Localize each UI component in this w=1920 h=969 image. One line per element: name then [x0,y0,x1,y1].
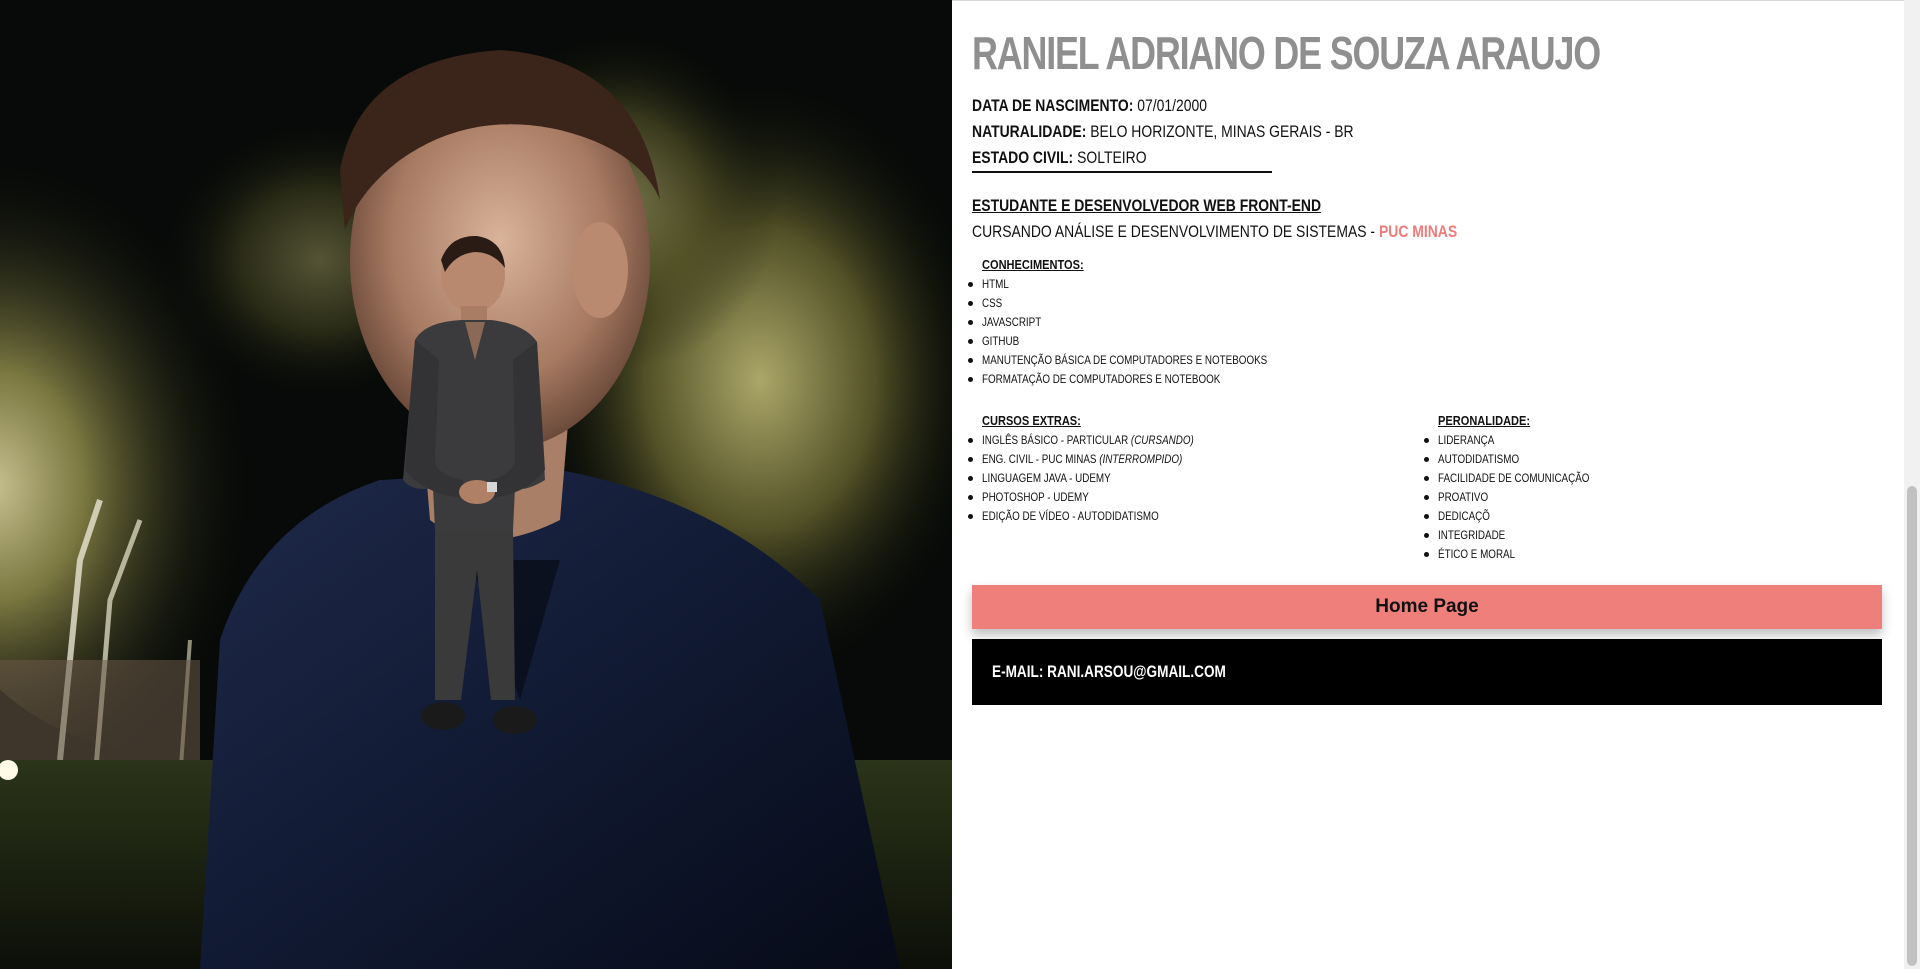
profile-photo-panel [0,0,952,969]
list-item: HTML [968,275,1330,294]
role-title: Estudante e desenvolvedor web front-end [972,196,1322,215]
list-item: Facilidade de comunicação [1424,469,1623,488]
civil-status-label: Estado Civil: [972,148,1074,167]
personality-list: Liderança Autodidatismo Facilidade de co… [1424,431,1623,564]
civil-status-value: Solteiro [1077,148,1147,167]
list-item: GITHUB [968,332,1330,351]
origin-value: Belo Horizonte, Minas Gerais - BR [1090,122,1354,141]
scrollbar-thumb[interactable] [1907,486,1917,966]
extra-courses-section: Cursos Extras: Inglês básico - particula… [967,411,1240,526]
civil-status-row: Estado Civil: Solteiro [972,145,1354,171]
extra-courses-list: Inglês básico - particular (cursando) En… [967,431,1240,526]
page-scrollbar[interactable] [1904,0,1920,969]
personality-title: Peronalidade: [1438,413,1531,428]
list-item: Eng. Civil - PUC MINAS (interrompido) [967,450,1240,469]
contact-footer: E-mail: rani.arsou@gmail.com [972,639,1882,705]
list-item: Photoshop - Udemy [967,488,1240,507]
list-item: Edição de vídeo - autodidatismo [967,507,1240,526]
list-item: Autodidatismo [1424,450,1623,469]
list-item: Integridade [1424,526,1623,545]
list-item: Dedicaçõ [1424,507,1623,526]
birth-date-row: Data de nascimento: 07/01/2000 [972,93,1354,119]
list-item: Proativo [1424,488,1623,507]
birth-date-value: 07/01/2000 [1137,96,1208,115]
birth-date-label: Data de nascimento: [972,96,1134,115]
origin-label: Naturalidade: [972,122,1087,141]
list-item: CSS [968,294,1330,313]
course-text: Cursando Análise e Desenvolvimento de Si… [972,222,1376,241]
resume-content: Raniel Adriano de Souza Araujo Data de n… [952,0,1904,969]
list-item: Liderança [1424,431,1623,450]
knowledge-section: Conhecimentos: HTML CSS JAVASCRIPT GITHU… [968,255,1330,389]
home-page-button[interactable]: Home Page [972,585,1882,629]
origin-row: Naturalidade: Belo Horizonte, Minas Gera… [972,119,1354,145]
knowledge-title: Conhecimentos: [982,257,1084,272]
list-item: Inglês básico - particular (cursando) [967,431,1240,450]
list-item: Linguagem Java - Udemy [967,469,1240,488]
person-name: Raniel Adriano de Souza Araujo [972,27,1601,79]
personality-section: Peronalidade: Liderança Autodidatismo Fa… [1424,411,1623,564]
extra-courses-title: Cursos Extras: [982,413,1081,428]
course-school: PUC MINAS [1378,222,1458,241]
list-item: JAVASCRIPT [968,313,1330,332]
knowledge-list: HTML CSS JAVASCRIPT GITHUB Manutenção bá… [968,275,1330,389]
list-item: Ético e moral [1424,545,1623,564]
list-item: Manutenção básica de computadores e note… [968,351,1330,370]
contact-email[interactable]: E-mail: rani.arsou@gmail.com [992,659,1226,685]
section-divider [972,171,1272,173]
list-item: Formatação de computadores e notebook [968,370,1330,389]
personal-info: Data de nascimento: 07/01/2000 Naturalid… [972,93,1437,171]
standing-figure-image [403,235,545,734]
course-line: Cursando Análise e Desenvolvimento de Si… [972,219,1457,245]
